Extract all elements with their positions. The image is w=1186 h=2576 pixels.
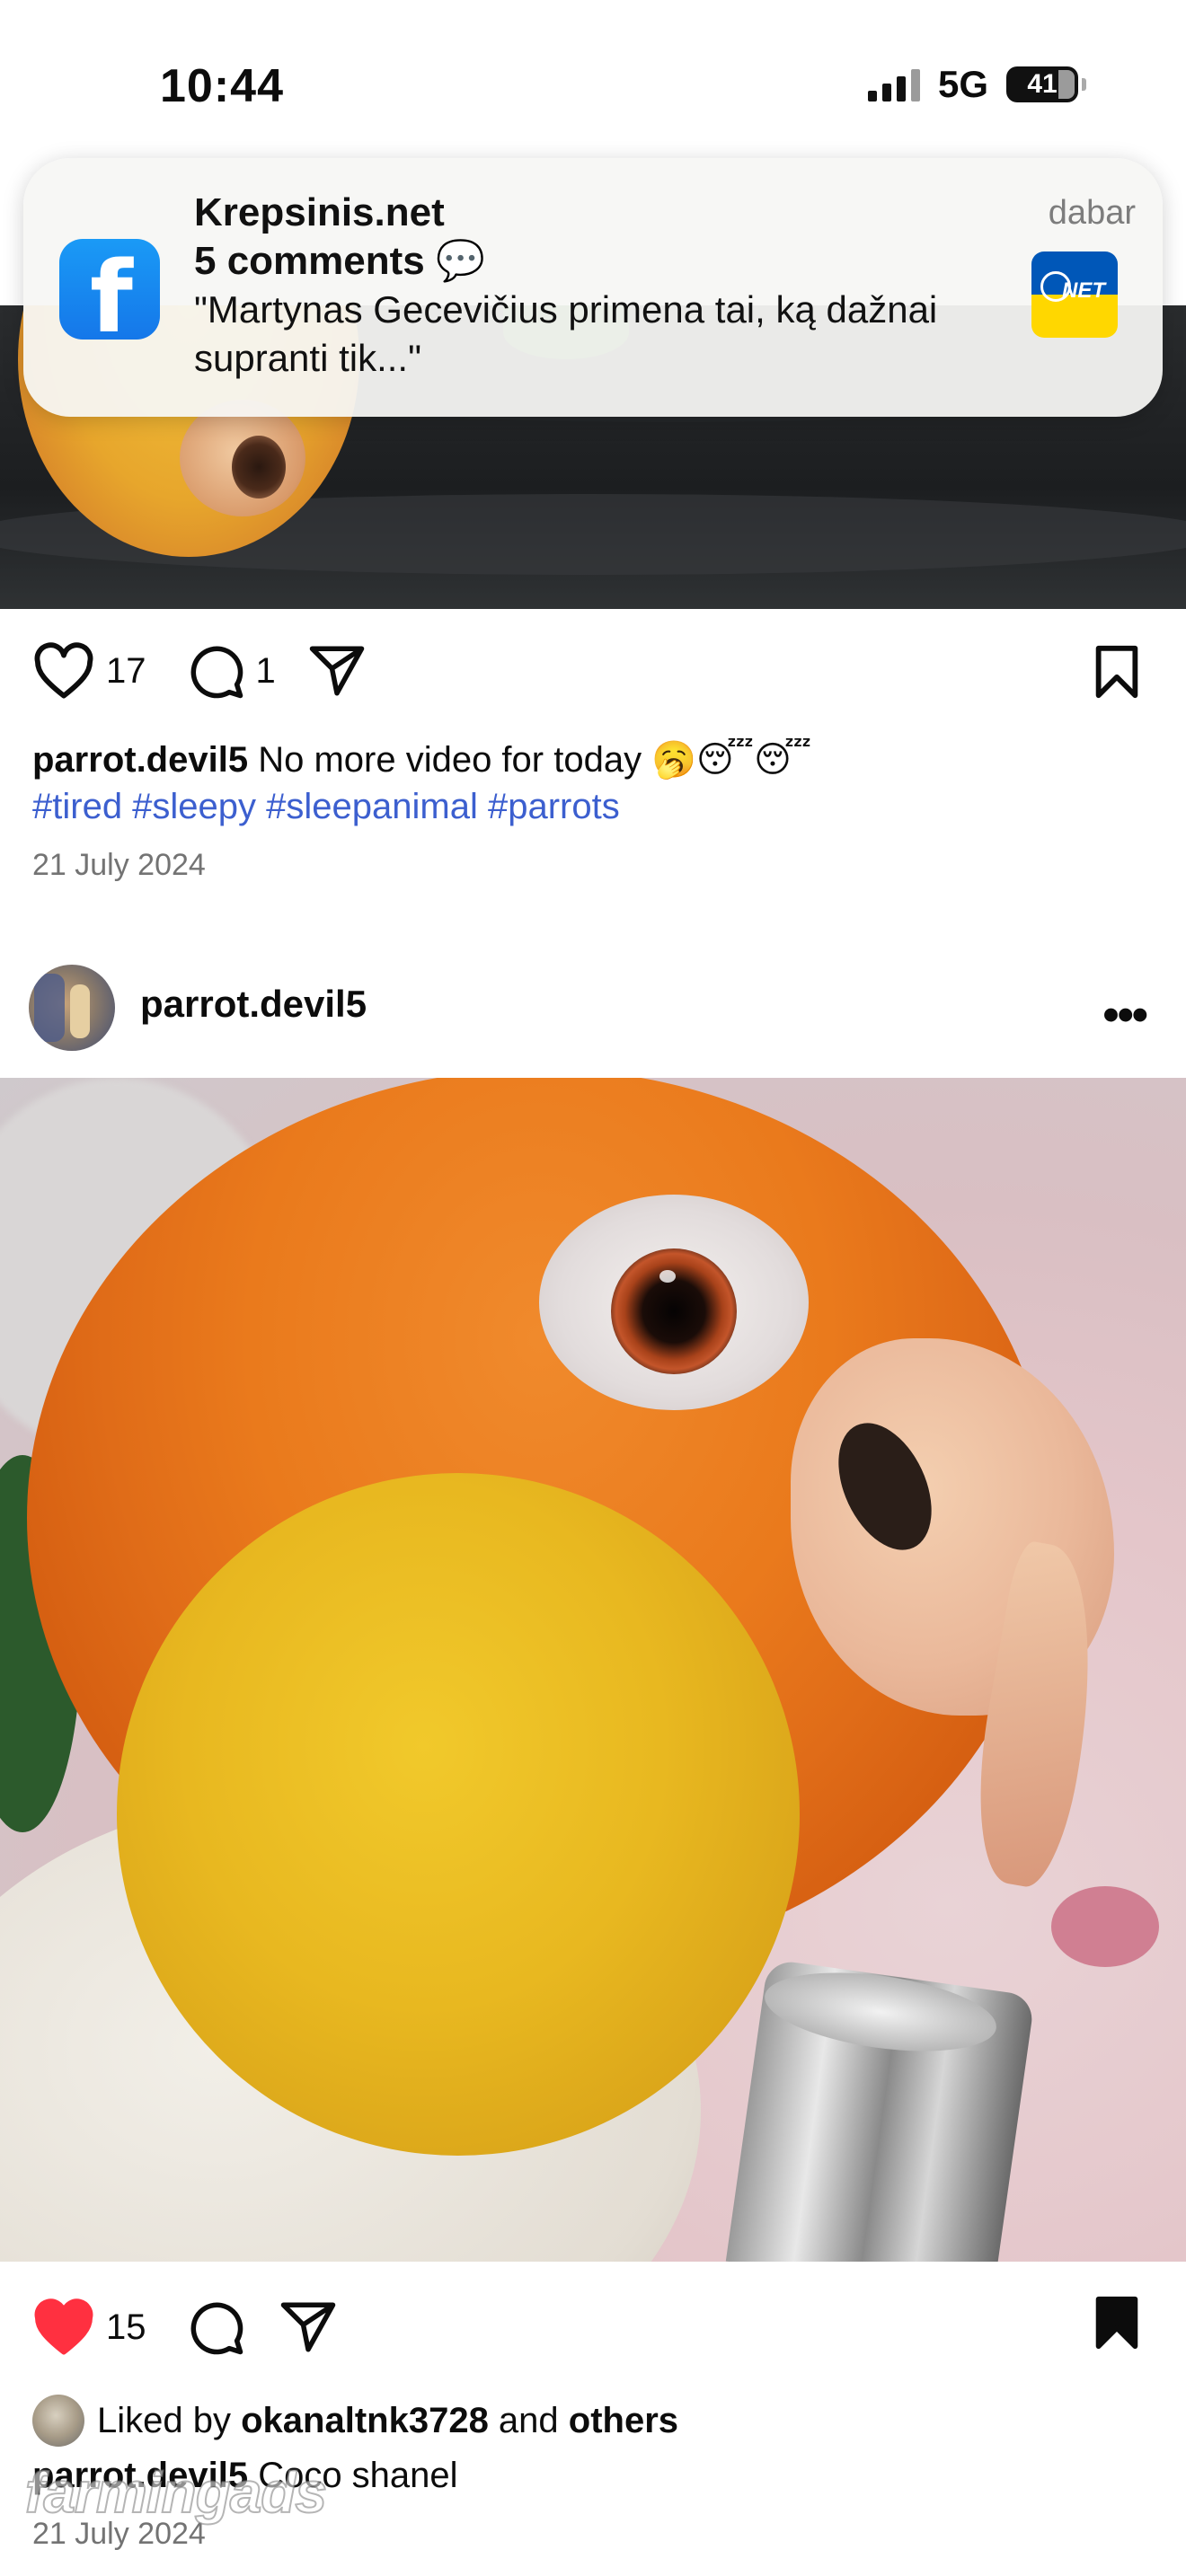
saved-bookmark-icon[interactable] <box>1089 2294 1145 2351</box>
like-count[interactable]: 15 <box>106 2307 146 2348</box>
bookmark-icon[interactable] <box>1089 643 1145 701</box>
post-photo[interactable] <box>0 1078 1186 2262</box>
status-indicators: 5G 41 <box>867 63 1086 106</box>
network-type: 5G <box>937 63 988 105</box>
post1-date: 21 July 2024 <box>32 848 206 882</box>
post-username[interactable]: parrot.devil5 <box>140 983 367 1026</box>
notification-banner[interactable]: f Krepsinis.net 5 comments 💬 "Martynas G… <box>23 158 1163 417</box>
comment-icon[interactable] <box>186 641 245 701</box>
liked-by-user[interactable]: okanaltnk3728 <box>241 2401 489 2441</box>
more-options-icon[interactable]: ••• <box>1102 988 1148 1042</box>
parrot-nostril <box>232 436 286 498</box>
notification-body: "Martynas Gecevičius primena tai, ką daž… <box>194 288 938 379</box>
liked-by-prefix: Liked by <box>97 2400 242 2440</box>
liker-avatar <box>32 2395 84 2447</box>
parrot-cheek <box>117 1473 800 2156</box>
watermark: farmingads <box>24 2459 328 2526</box>
notification-time: dabar <box>1048 194 1136 232</box>
liked-by-others[interactable]: others <box>569 2401 678 2441</box>
comment-count[interactable]: 1 <box>256 651 276 692</box>
post1-hashtags[interactable]: #tired #sleepy #sleepanimal #parrots <box>32 787 620 827</box>
parrot-eye <box>611 1248 737 1374</box>
liked-by-row[interactable]: Liked by okanaltnk3728 and others <box>32 2395 678 2447</box>
share-icon[interactable] <box>306 641 367 701</box>
status-time: 10:44 <box>160 60 284 112</box>
krepsinis-net-logo: NET <box>1031 251 1118 338</box>
post1-caption: parrot.devil5 No more video for today 🥱😴… <box>32 738 811 781</box>
user-avatar[interactable] <box>29 965 115 1051</box>
notification-subtitle: 5 comments 💬 <box>194 239 485 283</box>
comment-icon[interactable] <box>186 2298 245 2357</box>
caption-text: No more video for today 🥱😴😴 <box>258 740 812 780</box>
liked-by-and: and <box>488 2400 569 2440</box>
facebook-icon: f <box>59 239 160 347</box>
share-icon[interactable] <box>278 2298 339 2357</box>
battery-level: 41 <box>1027 69 1058 99</box>
like-icon[interactable] <box>32 642 95 700</box>
liked-heart-icon[interactable] <box>32 2298 95 2356</box>
cellular-signal-icon <box>867 67 920 101</box>
caption-username[interactable]: parrot.devil5 <box>32 740 248 780</box>
notification-title: Krepsinis.net <box>194 190 445 234</box>
battery-icon: 41 <box>1006 66 1086 102</box>
post1-action-bar: 17 1 <box>32 640 367 702</box>
like-count[interactable]: 17 <box>106 651 146 692</box>
post2-action-bar: 15 <box>32 2296 339 2359</box>
